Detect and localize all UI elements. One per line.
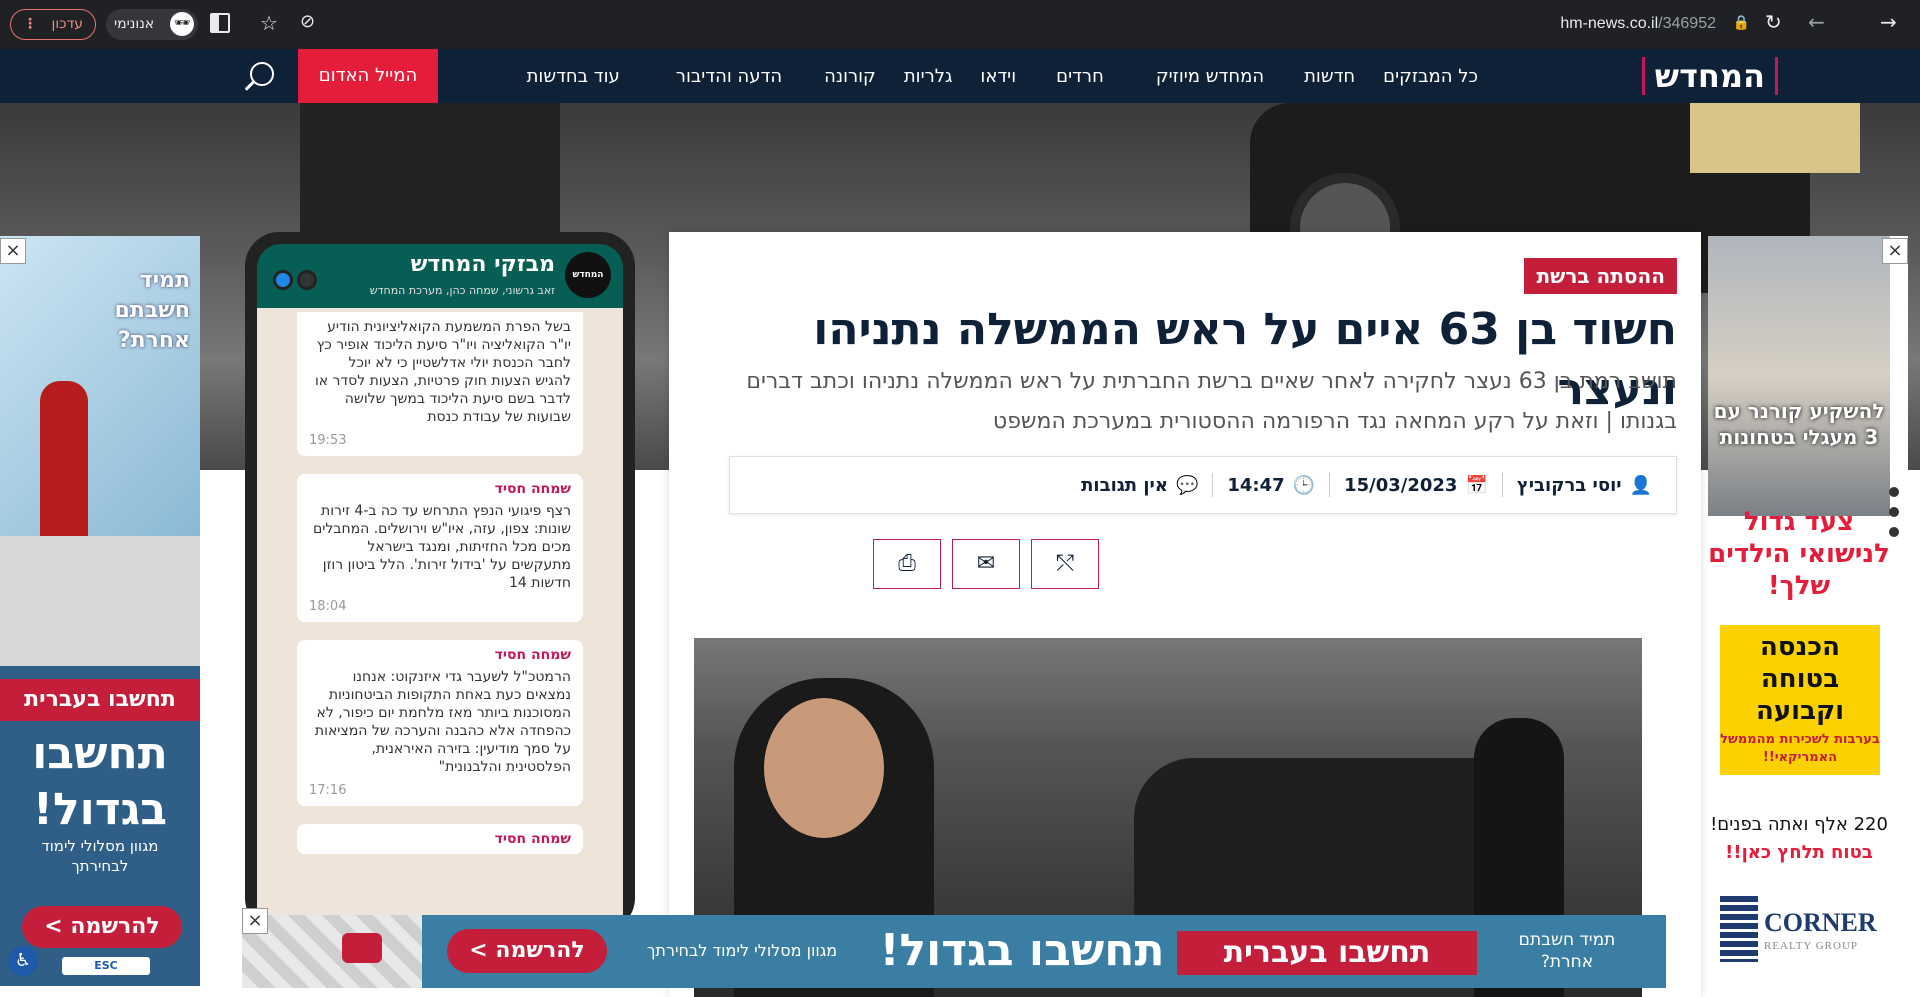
category-badge[interactable]: ההסתה ברשת: [1524, 258, 1677, 294]
bookmark-star-icon[interactable]: ☆: [260, 11, 278, 35]
more-icon: ⋮: [23, 16, 37, 32]
right-ad-headline: להשקיע קורנר עם 3 מעגלי בטחונות: [1713, 399, 1885, 449]
phone-title: מבזקי המחדש: [410, 252, 555, 277]
back-icon[interactable]: ←: [1808, 10, 1825, 34]
author-name[interactable]: יוסי ברקוביץ: [1517, 475, 1622, 496]
update-label: עדכון: [51, 16, 83, 32]
left-side-ad[interactable]: תמיד חשבתם אחרת? תחשבו בעברית תחשבו בגדו…: [0, 236, 200, 986]
nav-item-music[interactable]: המחדש מיוזיק: [1130, 66, 1290, 87]
chess-king-icon: [40, 381, 88, 561]
carousel-dot[interactable]: [1889, 507, 1899, 517]
chat-bubble: שמחה חסיד רצף פיגועי הנפץ התרחש עד כה ב-…: [297, 474, 583, 622]
update-button[interactable]: ⋮ עדכון: [10, 9, 96, 40]
nav-item-video[interactable]: וידאו: [966, 66, 1030, 87]
chat-bubble: שמחה חסיד: [297, 824, 583, 854]
incognito-icon: 🕶: [170, 12, 194, 36]
incognito-label: אנונימי: [114, 16, 155, 32]
news-flash-phone: המחדש מבזקי המחדש זאב גרשוני, שמחה כהן, …: [245, 232, 635, 944]
left-ad-close-button[interactable]: ×: [0, 238, 26, 264]
url-text: hm-news.co.il/346952: [1560, 15, 1716, 32]
share-button[interactable]: ⤲: [1031, 539, 1099, 589]
reload-icon[interactable]: ↻: [1765, 10, 1782, 34]
article-meta: 👤 יוסי ברקוביץ 📅 15/03/2023 🕒 14:47 💬 אי…: [729, 456, 1677, 514]
nav-item-opinion[interactable]: הדעה והדיבור: [648, 66, 810, 87]
nav-item-red-mail[interactable]: המייל האדום: [298, 49, 438, 103]
carousel-dot[interactable]: [1889, 527, 1899, 537]
print-button[interactable]: ⎙: [873, 539, 941, 589]
nav-item-news[interactable]: חדשות: [1290, 66, 1369, 87]
bottom-ad-banner: תחשבו בעברית: [1177, 931, 1477, 975]
email-icon: ✉: [976, 551, 996, 576]
article-card: ההסתה ברשת חשוד בן 63 איים על ראש הממשלה…: [669, 232, 1701, 997]
right-ad-close-button[interactable]: ×: [1882, 238, 1908, 264]
publish-date: 15/03/2023: [1344, 474, 1458, 496]
right-ad-line2: בטוח תלחץ כאן!!: [1725, 842, 1873, 863]
share-icon: ⤲: [1056, 551, 1074, 576]
publish-time: 14:47: [1227, 474, 1285, 496]
left-ad-sub: מגוון מסלולי לימוד לבחירתך: [41, 837, 159, 875]
channel-avatar: המחדש: [565, 252, 611, 298]
bottom-ad-sub: מגוון מסלולי לימוד לבחירתך: [646, 941, 838, 960]
lock-icon: 🔒: [1732, 15, 1750, 31]
print-icon: ⎙: [898, 551, 916, 576]
left-ad-banner: תחשבו בעברית: [0, 679, 200, 721]
calendar-icon: 📅: [1465, 474, 1488, 496]
site-navbar: המחדש כל המבזקים חדשות המחדש מיוזיק חרדי…: [0, 49, 1920, 103]
nav-item-galleries[interactable]: גלריות: [890, 66, 967, 87]
bottom-banner-ad[interactable]: להרשמה > מגוון מסלולי לימוד לבחירתך תחשב…: [242, 915, 1666, 988]
eye-off-icon[interactable]: ⊘: [300, 11, 315, 32]
chat-bubble: שמחה חסיד הרמטכ"ל לשעבר גדי איזנקוט: אנח…: [297, 640, 583, 806]
bottom-ad-cta[interactable]: להרשמה >: [447, 929, 607, 973]
comments-icon: 💬: [1175, 474, 1199, 496]
left-ad-headline: תמיד חשבתם אחרת?: [114, 268, 190, 353]
author-icon: 👤: [1629, 474, 1652, 496]
left-ad-big: תחשבו בגדול!: [32, 728, 168, 835]
comments-count[interactable]: אין תגובות: [1081, 475, 1168, 496]
clock-icon: 🕒: [1292, 474, 1316, 496]
right-side-ad[interactable]: להשקיע קורנר עם 3 מעגלי בטחונות צעד גדול…: [1708, 236, 1908, 986]
right-ad-line1: 220 אלף ואתה בפנים!: [1710, 814, 1888, 835]
right-ad-yellow: הכנסה בטוחה וקבועה בערבות לשכירות מהממשל…: [1720, 625, 1880, 775]
bottom-ad-close-button[interactable]: ×: [242, 908, 268, 934]
camera-icon: [273, 270, 293, 290]
incognito-indicator[interactable]: 🕶 אנונימי: [106, 9, 198, 40]
nav-item-all-flashes[interactable]: כל המבזקים: [1369, 66, 1492, 87]
esc-button[interactable]: ESC: [62, 957, 150, 975]
right-ad-mid: צעד גדול לנישואי הילדים שלך!: [1708, 507, 1890, 601]
chat-bubble: בשל הפרת המשמעת הקואליציונית הודיע יו"ר …: [297, 312, 583, 456]
address-bar[interactable]: hm-news.co.il/346952 🔒: [340, 7, 1760, 42]
forward-icon[interactable]: →: [1880, 10, 1897, 34]
bottom-ad-big: תחשבו בגדול!: [879, 925, 1165, 976]
puzzle-icon: [342, 933, 382, 963]
email-button[interactable]: ✉: [952, 539, 1020, 589]
camera-icon-secondary: [297, 270, 317, 290]
phone-header: המחדש מבזקי המחדש זאב גרשוני, שמחה כהן, …: [257, 244, 623, 308]
building-icon: [1720, 896, 1758, 962]
browser-toolbar: ⋮ עדכון 🕶 אנונימי ☆ ⊘ hm-news.co.il/3469…: [0, 0, 1920, 49]
site-logo[interactable]: המחדש: [1641, 57, 1778, 95]
article-subtitle: תושב רמת בן 63 נעצר לחקירה לאחר שאיים בר…: [746, 369, 1677, 434]
carousel-dot[interactable]: [1889, 487, 1899, 497]
corner-logo: CORNER REALTY GROUP: [1720, 896, 1890, 966]
nav-item-haredim[interactable]: חרדים: [1030, 66, 1130, 87]
chat-feed[interactable]: בשל הפרת המשמעת הקואליציונית הודיע יו"ר …: [257, 308, 623, 944]
phone-subtitle: זאב גרשוני, שמחה כהן, מערכת המחדש: [369, 284, 555, 297]
nav-item-more-news[interactable]: עוד בחדשות: [499, 66, 648, 87]
sidebar-icon[interactable]: [210, 13, 230, 33]
accessibility-icon[interactable]: ♿: [8, 946, 38, 976]
nav-menu: כל המבזקים חדשות המחדש מיוזיק חרדים וידא…: [499, 49, 1492, 103]
bottom-ad-headline: תמיד חשבתם אחרת?: [1518, 930, 1616, 972]
search-icon[interactable]: [244, 62, 274, 91]
left-ad-cta[interactable]: להרשמה >: [22, 906, 182, 948]
nav-item-corona[interactable]: קורונה: [810, 66, 890, 87]
